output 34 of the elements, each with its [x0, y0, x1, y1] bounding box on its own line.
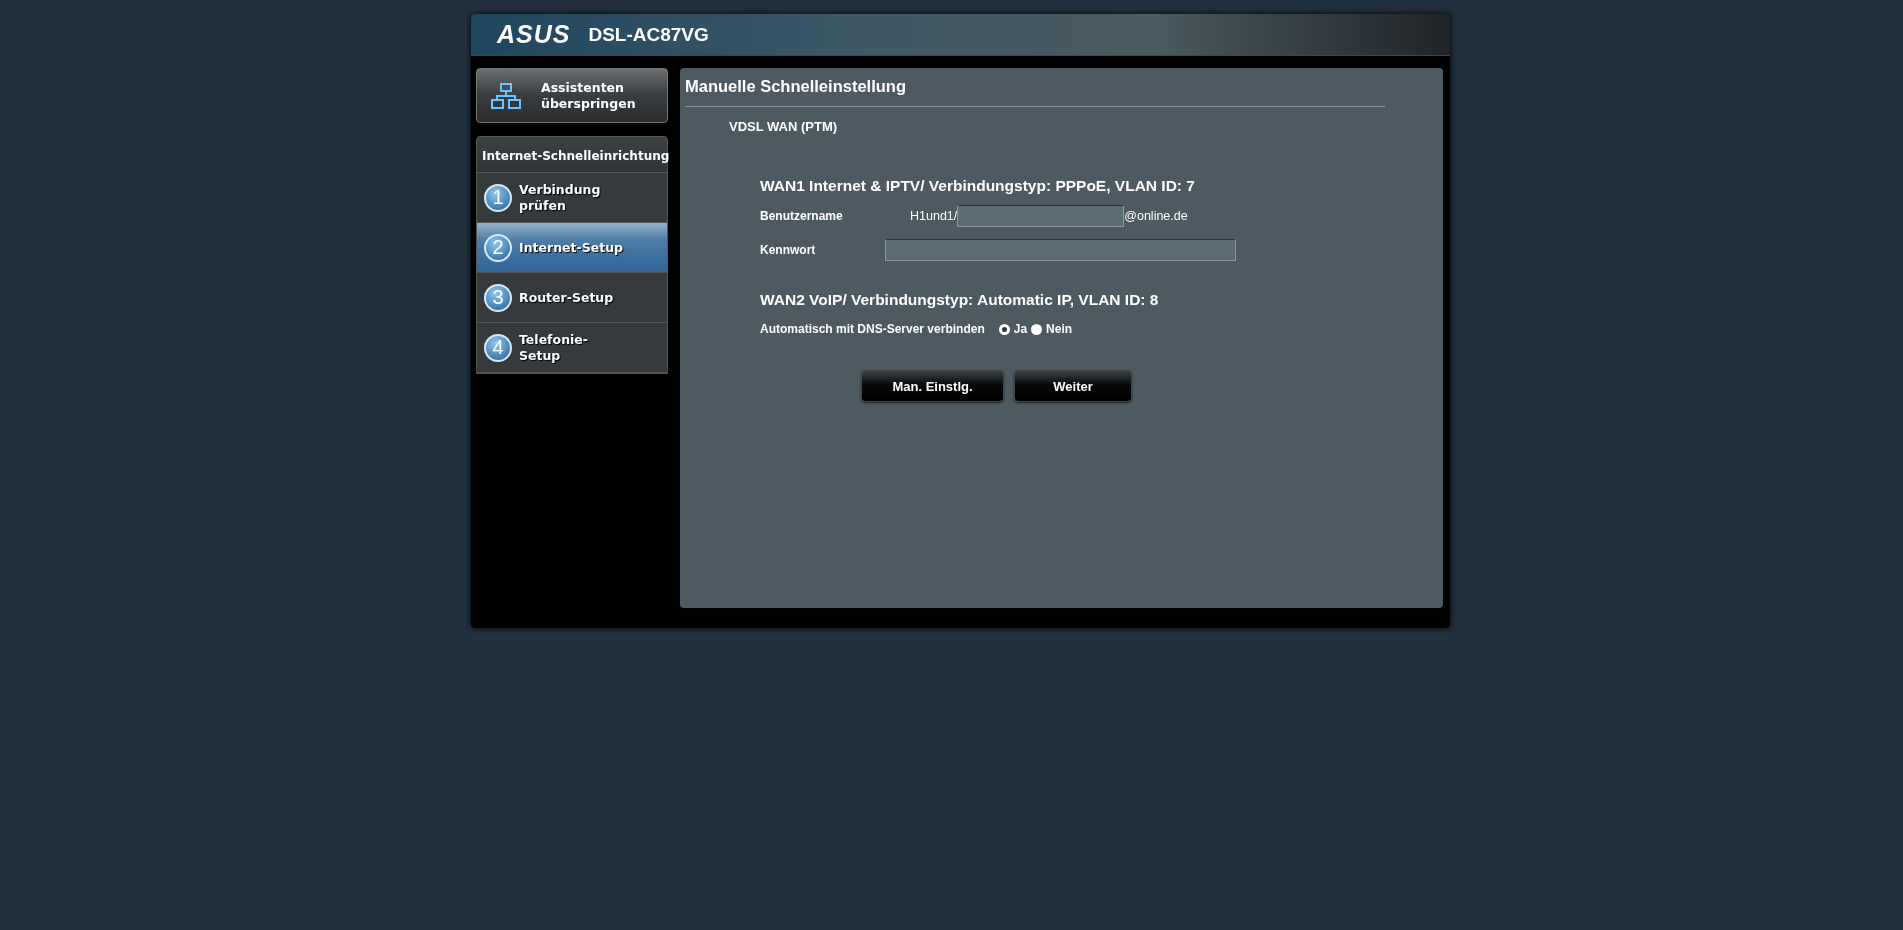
step-number-icon: 2 [484, 233, 512, 262]
username-prefix: H1und1/ [910, 209, 958, 223]
model-name: DSL-AC87VG [588, 23, 709, 46]
section-subtitle: VDSL WAN (PTM) [729, 119, 839, 134]
menu-title: Internet-Schnelleinrichtung [477, 137, 667, 173]
username-field[interactable] [957, 205, 1125, 227]
page-title: Manuelle Schnelleinstellung [685, 77, 1385, 107]
username-suffix: @online.de [1124, 209, 1188, 223]
skip-wizard-button[interactable]: Assistenten überspringen [476, 68, 668, 123]
action-button[interactable]: Man. Einstlg. [861, 370, 1004, 402]
step-number-icon: 4 [484, 333, 512, 362]
step-number-icon: 1 [484, 183, 512, 212]
wan-heading: WAN2 VoIP/ Verbindungstyp: Automatic IP, VLAN ID: 8 [760, 291, 1160, 309]
radio-button[interactable] [1031, 323, 1043, 335]
radio-button[interactable] [998, 323, 1010, 335]
step-label: Router-Setup [519, 289, 615, 306]
field-label: Kennwort [760, 243, 817, 257]
brand-logo: ASUS [497, 22, 571, 47]
field-label: Automatisch mit DNS-Server verbinden [760, 322, 985, 336]
wizard-step[interactable]: 3 Router-Setup [477, 273, 667, 323]
step-label: Internet-Setup [519, 239, 624, 256]
action-button[interactable]: Weiter [1014, 370, 1132, 402]
network-icon [491, 82, 521, 109]
password-field[interactable] [885, 239, 1236, 261]
field-label: Benutzername [760, 209, 844, 223]
radio-label: Ja [1013, 322, 1028, 336]
radio-label: Nein [1046, 322, 1073, 336]
step-number-icon: 3 [484, 283, 512, 312]
wizard-step[interactable]: 1 Verbindung prüfen [477, 173, 667, 223]
wizard-step[interactable]: 2 Internet-Setup [477, 223, 667, 273]
wan-heading: WAN1 Internet & IPTV/ Verbindungstyp: PPPoE, VLAN ID: 7 [760, 177, 1196, 195]
wizard-step[interactable]: 4 Telefonie-Setup [477, 323, 667, 373]
step-label: Telefonie-Setup [519, 331, 589, 364]
step-label: Verbindung prüfen [519, 181, 602, 214]
